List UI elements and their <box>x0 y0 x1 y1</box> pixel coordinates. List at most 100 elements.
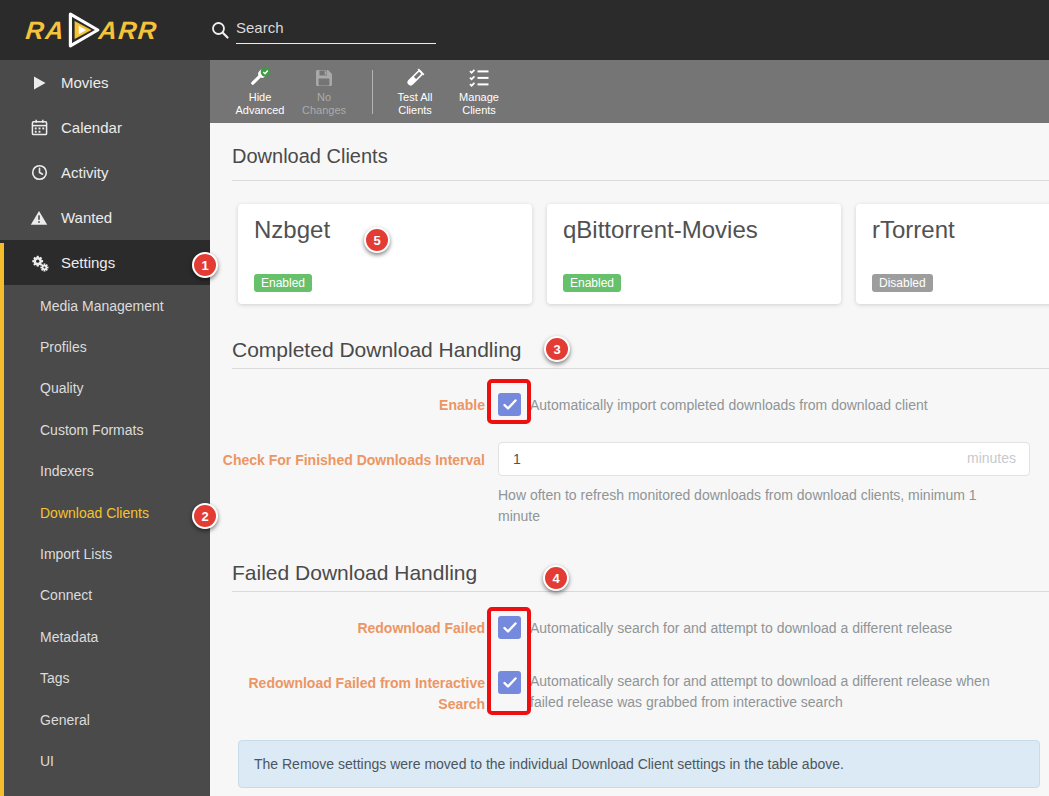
sidebar-item-media-management[interactable]: Media Management <box>0 285 210 326</box>
test-all-clients-button[interactable]: Test All Clients <box>387 66 443 117</box>
sidebar-item-settings[interactable]: Settings <box>0 240 210 285</box>
annotation-step-3: 3 <box>544 336 570 362</box>
sidebar-item-label: Settings <box>61 254 115 271</box>
sidebar-item-metadata[interactable]: Metadata <box>0 616 210 657</box>
sidebar-item-label: Calendar <box>61 119 122 136</box>
sidebar-item-movies[interactable]: Movies <box>0 60 210 105</box>
redownload-interactive-help-text: Automatically search for and attempt to … <box>530 671 1000 713</box>
manage-clients-button[interactable]: Manage Clients <box>451 66 507 117</box>
sidebar-item-profiles[interactable]: Profiles <box>0 326 210 367</box>
sidebar-item-general[interactable]: General <box>0 699 210 740</box>
redownload-interactive-label: Redownload Failed from Interactive Searc… <box>210 671 485 715</box>
redownload-interactive-row: Redownload Failed from Interactive Searc… <box>210 671 1049 715</box>
sidebar-item-tags[interactable]: Tags <box>0 658 210 699</box>
no-changes-button[interactable]: No Changes <box>296 66 352 117</box>
search-icon <box>210 20 230 40</box>
enable-help-text: Automatically import completed downloads… <box>530 395 928 415</box>
sidebar-item-calendar[interactable]: Calendar <box>0 105 210 150</box>
client-name: rTorrent <box>872 216 1049 244</box>
sidebar-sub-label: Media Management <box>40 298 164 314</box>
annotation-box-enable-checkbox <box>487 379 531 424</box>
warning-icon <box>29 210 49 226</box>
sidebar-item-connect[interactable]: Connect <box>0 575 210 616</box>
sidebar-item-quality[interactable]: Quality <box>0 368 210 409</box>
settings-accent-bar <box>0 243 4 796</box>
logo-text-left: RA <box>24 16 66 45</box>
annotation-box-failed-checkboxes <box>487 607 531 715</box>
sidebar-sub-label: Download Clients <box>40 505 149 521</box>
top-navigation-bar: RA ARR <box>0 0 1049 60</box>
toolbar-button-label: No Changes <box>296 91 352 117</box>
sidebar-item-label: Wanted <box>61 209 112 226</box>
info-alert: The Remove settings were moved to the in… <box>238 740 1040 788</box>
toolbar-button-label: Test All Clients <box>387 91 443 117</box>
play-icon <box>29 75 49 91</box>
sidebar-item-import-lists[interactable]: Import Lists <box>0 533 210 574</box>
settings-page: Download Clients Nzbget Enabled qBittorr… <box>210 144 1049 788</box>
annotation-step-1: 1 <box>192 252 218 278</box>
radarr-logo[interactable]: RA ARR <box>0 11 210 49</box>
download-clients-cards: Nzbget Enabled qBittorrent-Movies Enable… <box>238 204 1049 304</box>
interval-row: Check For Finished Downloads Interval mi… <box>210 442 1049 527</box>
client-name: qBittorrent-Movies <box>563 216 825 244</box>
page-title: Download Clients <box>232 144 1049 181</box>
redownload-failed-label: Redownload Failed <box>210 616 485 639</box>
sidebar-sub-label: Quality <box>40 380 84 396</box>
sidebar-sub-label: Custom Formats <box>40 422 143 438</box>
search-input[interactable] <box>236 17 436 44</box>
sidebar-sub-label: Connect <box>40 587 92 603</box>
sidebar-sub-label: Metadata <box>40 629 98 645</box>
redownload-failed-help-text: Automatically search for and attempt to … <box>530 618 952 638</box>
list-check-icon <box>468 66 490 89</box>
sidebar: Movies Calendar Activity Wanted Settings… <box>0 60 210 796</box>
hide-advanced-button[interactable]: Hide Advanced <box>232 66 288 117</box>
gears-icon <box>29 254 49 272</box>
main-content: Hide Advanced No Changes Test All Client… <box>210 60 1049 796</box>
completed-download-handling-title: Completed Download Handling <box>232 338 1049 369</box>
failed-download-handling-title: Failed Download Handling <box>232 561 1049 592</box>
toolbar-button-label: Hide Advanced <box>232 91 288 117</box>
annotation-step-4: 4 <box>543 565 569 591</box>
sidebar-item-download-clients[interactable]: Download Clients <box>0 492 210 533</box>
sidebar-sub-label: Profiles <box>40 339 87 355</box>
sidebar-item-indexers[interactable]: Indexers <box>0 451 210 492</box>
toolbar-separator <box>372 70 373 114</box>
search-bar <box>210 17 436 44</box>
sidebar-sub-label: Indexers <box>40 463 94 479</box>
status-badge: Enabled <box>563 274 621 292</box>
sidebar-sub-label: Tags <box>40 670 70 686</box>
sidebar-item-activity[interactable]: Activity <box>0 150 210 195</box>
sidebar-item-wanted[interactable]: Wanted <box>0 195 210 240</box>
interval-label: Check For Finished Downloads Interval <box>210 442 485 471</box>
enable-row: Enable Automatically import completed do… <box>210 393 1049 416</box>
enable-label: Enable <box>210 393 485 416</box>
redownload-failed-row: Redownload Failed Automatically search f… <box>210 616 1049 639</box>
status-badge: Disabled <box>872 274 933 292</box>
sidebar-sub-label: Import Lists <box>40 546 112 562</box>
interval-help-text: How often to refresh monitored downloads… <box>498 485 978 527</box>
sidebar-item-custom-formats[interactable]: Custom Formats <box>0 409 210 450</box>
interval-input[interactable] <box>498 442 1030 476</box>
sidebar-item-label: Activity <box>61 164 109 181</box>
info-alert-text: The Remove settings were moved to the in… <box>254 756 844 772</box>
sidebar-sub-label: General <box>40 712 90 728</box>
test-tube-icon <box>404 66 426 89</box>
save-icon <box>314 66 334 89</box>
clock-icon <box>29 164 49 181</box>
toolbar-button-label: Manage Clients <box>451 91 507 117</box>
radarr-play-emblem-icon <box>63 11 101 49</box>
sidebar-sub-label: UI <box>40 753 54 769</box>
client-card-rtorrent[interactable]: rTorrent Disabled <box>856 204 1049 304</box>
annotation-step-5: 5 <box>364 227 390 253</box>
sidebar-item-ui[interactable]: UI <box>0 740 210 781</box>
logo-text-right: ARR <box>98 16 160 45</box>
wrench-check-icon <box>248 66 272 89</box>
interval-units: minutes <box>967 450 1016 466</box>
calendar-icon <box>29 119 49 136</box>
page-toolbar: Hide Advanced No Changes Test All Client… <box>210 60 1049 123</box>
status-badge: Enabled <box>254 274 312 292</box>
sidebar-item-label: Movies <box>61 74 109 91</box>
client-card-qbittorrent[interactable]: qBittorrent-Movies Enabled <box>547 204 841 304</box>
annotation-step-2: 2 <box>192 503 218 529</box>
client-card-nzbget[interactable]: Nzbget Enabled <box>238 204 532 304</box>
